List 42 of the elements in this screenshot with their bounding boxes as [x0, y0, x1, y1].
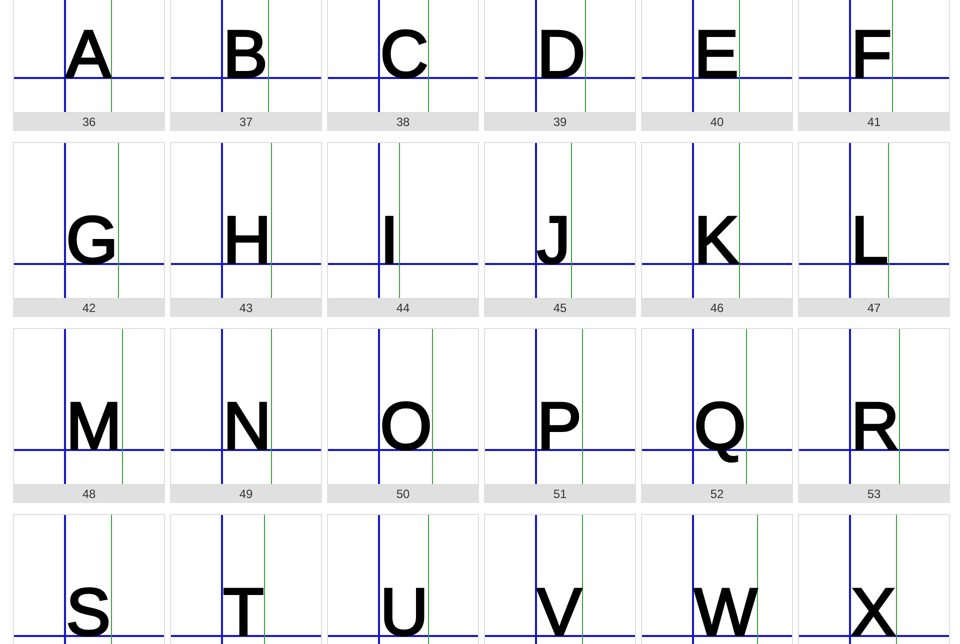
- glyph-index-label: 52: [641, 485, 793, 503]
- glyph: E: [694, 21, 739, 88]
- glyph: U: [380, 579, 428, 644]
- glyph-index-label: 43: [170, 299, 322, 317]
- glyph: S: [66, 579, 111, 644]
- glyph-index-label: 42: [13, 299, 165, 317]
- glyph: F: [851, 21, 892, 88]
- glyph-index-label: 53: [798, 485, 950, 503]
- glyph: G: [66, 207, 118, 274]
- glyph: T: [223, 579, 264, 644]
- glyph: I: [380, 207, 399, 274]
- glyph: R: [851, 393, 900, 460]
- glyph-index-label: 40: [641, 113, 793, 131]
- glyph: V: [537, 579, 582, 644]
- glyph-index-label: 45: [484, 299, 636, 317]
- glyph-index-label: 50: [327, 485, 479, 503]
- glyph-index-label: 47: [798, 299, 950, 317]
- glyph: Q: [694, 393, 746, 460]
- glyph-index-label: 49: [170, 485, 322, 503]
- glyph: O: [380, 393, 432, 460]
- glyph-index-label: 44: [327, 299, 479, 317]
- glyph: J: [537, 207, 570, 274]
- glyph: L: [851, 207, 888, 274]
- glyph-index-label: 38: [327, 113, 479, 131]
- glyph-index-label: 39: [484, 113, 636, 131]
- glyph: K: [694, 207, 739, 274]
- glyph: M: [66, 393, 122, 460]
- glyph: X: [851, 579, 896, 644]
- glyph: P: [537, 393, 582, 460]
- glyph-index-label: 51: [484, 485, 636, 503]
- glyph-index-label: 37: [170, 113, 322, 131]
- glyph: W: [694, 579, 758, 644]
- glyph-index-label: 46: [641, 299, 793, 317]
- glyph-index-label: 41: [798, 113, 950, 131]
- glyph: D: [537, 21, 586, 88]
- glyph: H: [223, 207, 272, 274]
- glyph: C: [380, 21, 428, 88]
- glyph: A: [66, 21, 111, 88]
- glyph-index-label: 48: [13, 485, 165, 503]
- glyph: N: [223, 393, 272, 460]
- glyph-index-label: 36: [13, 113, 165, 131]
- glyph: B: [223, 21, 268, 88]
